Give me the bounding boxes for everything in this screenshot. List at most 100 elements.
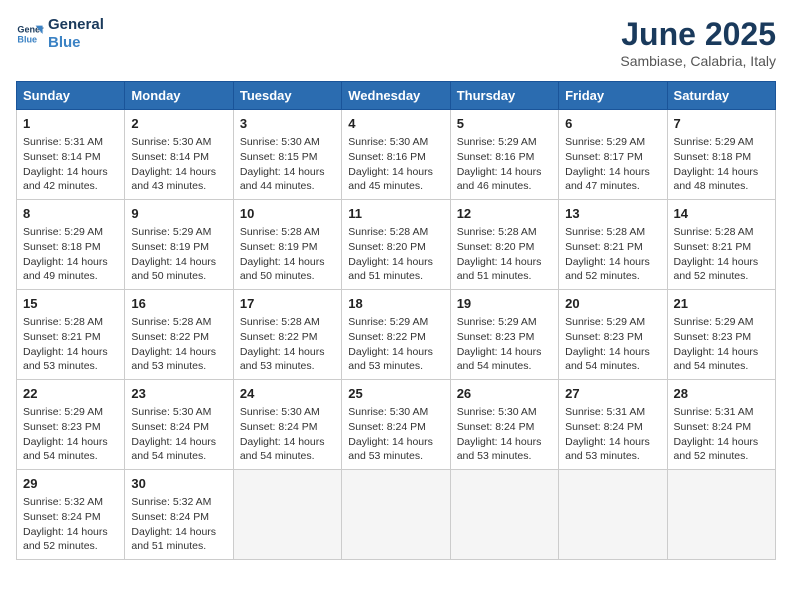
calendar-cell: 7 Sunrise: 5:29 AM Sunset: 8:18 PM Dayli… (667, 110, 775, 200)
day-number: 29 (23, 475, 118, 493)
sunrise-label: Sunrise: 5:30 AM (348, 406, 428, 418)
sunrise-label: Sunrise: 5:28 AM (674, 226, 754, 238)
calendar-cell: 2 Sunrise: 5:30 AM Sunset: 8:14 PM Dayli… (125, 110, 233, 200)
calendar-cell: 28 Sunrise: 5:31 AM Sunset: 8:24 PM Dayl… (667, 380, 775, 470)
day-number: 25 (348, 385, 443, 403)
sunset-label: Sunset: 8:16 PM (457, 151, 535, 163)
header-row: Sunday Monday Tuesday Wednesday Thursday… (17, 82, 776, 110)
calendar-cell (450, 470, 558, 560)
sunset-label: Sunset: 8:22 PM (348, 331, 426, 343)
day-number: 10 (240, 205, 335, 223)
daylight-label: Daylight: 14 hours and 54 minutes. (131, 436, 216, 463)
day-number: 23 (131, 385, 226, 403)
daylight-label: Daylight: 14 hours and 44 minutes. (240, 166, 325, 193)
calendar-cell: 8 Sunrise: 5:29 AM Sunset: 8:18 PM Dayli… (17, 200, 125, 290)
logo-general: General (48, 16, 104, 34)
daylight-label: Daylight: 14 hours and 49 minutes. (23, 256, 108, 283)
calendar-body: 1 Sunrise: 5:31 AM Sunset: 8:14 PM Dayli… (17, 110, 776, 560)
calendar-table: Sunday Monday Tuesday Wednesday Thursday… (16, 81, 776, 560)
daylight-label: Daylight: 14 hours and 53 minutes. (457, 436, 542, 463)
sunset-label: Sunset: 8:18 PM (674, 151, 752, 163)
daylight-label: Daylight: 14 hours and 54 minutes. (565, 346, 650, 373)
sunset-label: Sunset: 8:18 PM (23, 241, 101, 253)
day-number: 7 (674, 115, 769, 133)
calendar-cell: 10 Sunrise: 5:28 AM Sunset: 8:19 PM Dayl… (233, 200, 341, 290)
day-number: 17 (240, 295, 335, 313)
sunrise-label: Sunrise: 5:29 AM (674, 316, 754, 328)
day-number: 22 (23, 385, 118, 403)
sunset-label: Sunset: 8:24 PM (23, 511, 101, 523)
svg-text:Blue: Blue (17, 34, 37, 44)
calendar-cell: 24 Sunrise: 5:30 AM Sunset: 8:24 PM Dayl… (233, 380, 341, 470)
calendar-cell: 27 Sunrise: 5:31 AM Sunset: 8:24 PM Dayl… (559, 380, 667, 470)
calendar-cell: 5 Sunrise: 5:29 AM Sunset: 8:16 PM Dayli… (450, 110, 558, 200)
sunrise-label: Sunrise: 5:28 AM (131, 316, 211, 328)
daylight-label: Daylight: 14 hours and 54 minutes. (674, 346, 759, 373)
sunrise-label: Sunrise: 5:29 AM (565, 136, 645, 148)
sunrise-label: Sunrise: 5:30 AM (131, 406, 211, 418)
sunrise-label: Sunrise: 5:30 AM (240, 136, 320, 148)
calendar-week-row: 22 Sunrise: 5:29 AM Sunset: 8:23 PM Dayl… (17, 380, 776, 470)
sunrise-label: Sunrise: 5:28 AM (23, 316, 103, 328)
day-number: 15 (23, 295, 118, 313)
daylight-label: Daylight: 14 hours and 43 minutes. (131, 166, 216, 193)
calendar-cell: 3 Sunrise: 5:30 AM Sunset: 8:15 PM Dayli… (233, 110, 341, 200)
daylight-label: Daylight: 14 hours and 52 minutes. (565, 256, 650, 283)
daylight-label: Daylight: 14 hours and 54 minutes. (240, 436, 325, 463)
calendar-cell: 17 Sunrise: 5:28 AM Sunset: 8:22 PM Dayl… (233, 290, 341, 380)
sunset-label: Sunset: 8:19 PM (131, 241, 209, 253)
day-number: 21 (674, 295, 769, 313)
sunrise-label: Sunrise: 5:29 AM (457, 316, 537, 328)
sunrise-label: Sunrise: 5:31 AM (565, 406, 645, 418)
daylight-label: Daylight: 14 hours and 50 minutes. (131, 256, 216, 283)
calendar-week-row: 8 Sunrise: 5:29 AM Sunset: 8:18 PM Dayli… (17, 200, 776, 290)
calendar-cell (233, 470, 341, 560)
logo: General Blue General Blue (16, 16, 104, 52)
daylight-label: Daylight: 14 hours and 53 minutes. (348, 436, 433, 463)
day-number: 11 (348, 205, 443, 223)
sunset-label: Sunset: 8:22 PM (240, 331, 318, 343)
day-number: 9 (131, 205, 226, 223)
daylight-label: Daylight: 14 hours and 53 minutes. (23, 346, 108, 373)
daylight-label: Daylight: 14 hours and 48 minutes. (674, 166, 759, 193)
sunrise-label: Sunrise: 5:30 AM (348, 136, 428, 148)
day-number: 3 (240, 115, 335, 133)
sunrise-label: Sunrise: 5:29 AM (674, 136, 754, 148)
sunrise-label: Sunrise: 5:30 AM (240, 406, 320, 418)
calendar-cell: 14 Sunrise: 5:28 AM Sunset: 8:21 PM Dayl… (667, 200, 775, 290)
daylight-label: Daylight: 14 hours and 53 minutes. (565, 436, 650, 463)
daylight-label: Daylight: 14 hours and 52 minutes. (674, 436, 759, 463)
day-number: 13 (565, 205, 660, 223)
calendar-cell: 19 Sunrise: 5:29 AM Sunset: 8:23 PM Dayl… (450, 290, 558, 380)
calendar-cell: 6 Sunrise: 5:29 AM Sunset: 8:17 PM Dayli… (559, 110, 667, 200)
calendar-week-row: 1 Sunrise: 5:31 AM Sunset: 8:14 PM Dayli… (17, 110, 776, 200)
sunset-label: Sunset: 8:23 PM (23, 421, 101, 433)
sunset-label: Sunset: 8:14 PM (131, 151, 209, 163)
day-number: 2 (131, 115, 226, 133)
calendar-cell: 25 Sunrise: 5:30 AM Sunset: 8:24 PM Dayl… (342, 380, 450, 470)
header-thursday: Thursday (450, 82, 558, 110)
calendar-cell: 9 Sunrise: 5:29 AM Sunset: 8:19 PM Dayli… (125, 200, 233, 290)
calendar-cell (667, 470, 775, 560)
sunrise-label: Sunrise: 5:28 AM (240, 316, 320, 328)
daylight-label: Daylight: 14 hours and 51 minutes. (131, 526, 216, 553)
day-number: 20 (565, 295, 660, 313)
calendar-cell: 11 Sunrise: 5:28 AM Sunset: 8:20 PM Dayl… (342, 200, 450, 290)
sunset-label: Sunset: 8:16 PM (348, 151, 426, 163)
daylight-label: Daylight: 14 hours and 47 minutes. (565, 166, 650, 193)
day-number: 19 (457, 295, 552, 313)
daylight-label: Daylight: 14 hours and 45 minutes. (348, 166, 433, 193)
day-number: 30 (131, 475, 226, 493)
calendar-week-row: 15 Sunrise: 5:28 AM Sunset: 8:21 PM Dayl… (17, 290, 776, 380)
daylight-label: Daylight: 14 hours and 46 minutes. (457, 166, 542, 193)
daylight-label: Daylight: 14 hours and 52 minutes. (674, 256, 759, 283)
day-number: 16 (131, 295, 226, 313)
sunset-label: Sunset: 8:14 PM (23, 151, 101, 163)
sunset-label: Sunset: 8:23 PM (457, 331, 535, 343)
sunrise-label: Sunrise: 5:29 AM (131, 226, 211, 238)
calendar-cell: 4 Sunrise: 5:30 AM Sunset: 8:16 PM Dayli… (342, 110, 450, 200)
sunset-label: Sunset: 8:24 PM (348, 421, 426, 433)
sunset-label: Sunset: 8:23 PM (674, 331, 752, 343)
day-number: 18 (348, 295, 443, 313)
calendar-cell: 18 Sunrise: 5:29 AM Sunset: 8:22 PM Dayl… (342, 290, 450, 380)
